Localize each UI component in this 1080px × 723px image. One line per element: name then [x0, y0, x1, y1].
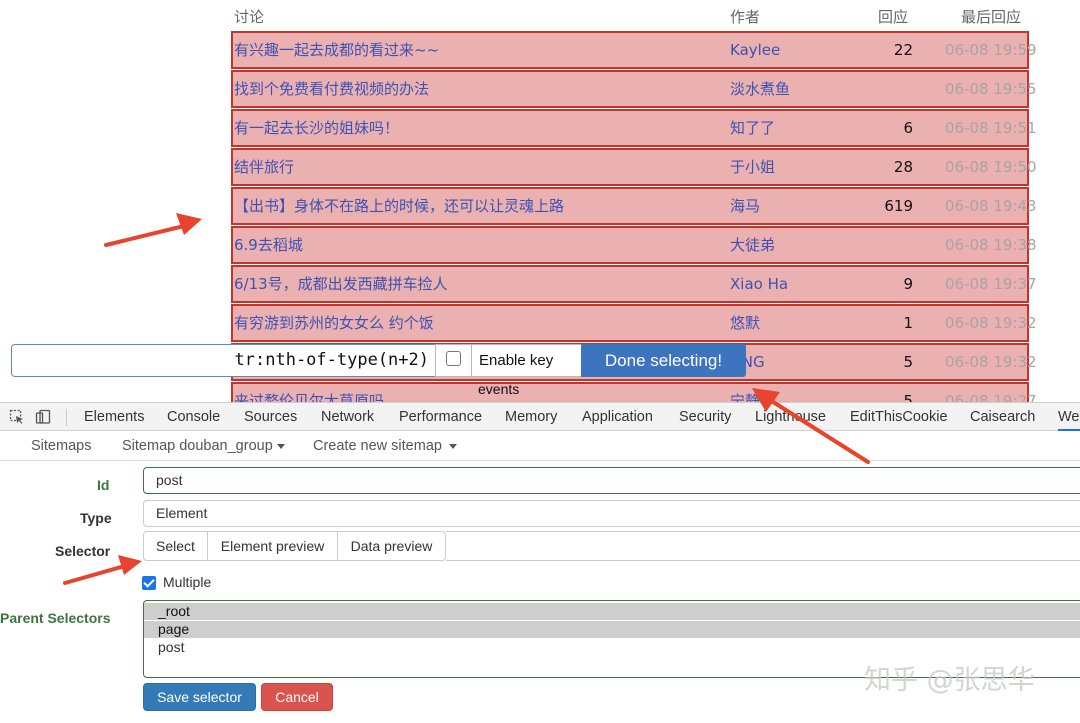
id-label: Id	[97, 477, 110, 493]
done-arrow-annotation	[752, 388, 870, 464]
table-row[interactable]: 有一起去长沙的姐妹吗！ 知了了 6 06-08 19:51	[231, 109, 1037, 147]
inspect-element-icon[interactable]	[9, 409, 25, 425]
devtools-tab-caisearch[interactable]: Caisearch	[970, 403, 1035, 431]
topic-link[interactable]: 有穷游到苏州的女女么 约个饭	[234, 306, 434, 340]
cancel-button[interactable]: Cancel	[261, 683, 333, 711]
table-row[interactable]: 有兴趣一起去成都的看过来~~ Kaylee 22 06-08 19:59	[231, 31, 1037, 69]
type-select[interactable]: Element	[143, 500, 1080, 527]
topic-link[interactable]: 有兴趣一起去成都的看过来~~	[234, 33, 439, 67]
author-link[interactable]: Xiao Ha	[730, 267, 788, 301]
topic-link[interactable]: 有一起去长沙的姐妹吗！	[234, 111, 399, 145]
devtools-tab-performance[interactable]: Performance	[399, 403, 482, 431]
table-row[interactable]: 结伴旅行 于小姐 28 06-08 19:50	[231, 148, 1037, 186]
devtools-tab-sources[interactable]: Sources	[244, 403, 297, 431]
author-link[interactable]: 大徒弟	[730, 228, 775, 262]
devtools-tab-web[interactable]: Web	[1058, 403, 1080, 431]
last-reply-time: 06-08 19:37	[945, 275, 1037, 293]
selector-bar: tr:nth-of-type(n+2) Enable key events Do…	[11, 344, 1080, 397]
header-replies: 回应	[878, 8, 909, 26]
header-author: 作者	[730, 8, 761, 26]
devtools-tab-console[interactable]: Console	[167, 403, 220, 431]
last-reply-time: 06-08 19:43	[945, 197, 1037, 215]
sitemaps-link[interactable]: Sitemaps	[31, 431, 91, 461]
sitemap-dropdown[interactable]: Sitemap douban_group	[122, 431, 285, 461]
multiple-label: Multiple	[163, 574, 212, 590]
select-button[interactable]: Select	[143, 531, 208, 561]
id-field[interactable]: post	[143, 467, 1080, 494]
element-preview-button[interactable]: Element preview	[207, 531, 338, 561]
topic-link[interactable]: 6.9去稻城	[234, 228, 303, 262]
tab-separator	[66, 409, 67, 426]
author-link[interactable]: 淡水煮鱼	[730, 72, 790, 106]
done-selecting-button[interactable]: Done selecting!	[581, 344, 746, 377]
table-row[interactable]: 找到个免费看付费视频的办法 淡水煮鱼 06-08 19:55	[231, 70, 1037, 108]
last-reply-time: 06-08 19:55	[945, 80, 1037, 98]
enable-key-checkbox-wrap[interactable]	[435, 344, 472, 377]
author-link[interactable]: Kaylee	[730, 33, 780, 67]
selector-input[interactable]: tr:nth-of-type(n+2)	[11, 344, 436, 377]
last-reply-time: 06-08 19:38	[945, 236, 1037, 254]
left-arrow-annotation	[104, 213, 202, 247]
reply-count: 28	[893, 158, 913, 176]
reply-count	[833, 228, 913, 262]
watermark: 知乎 @张思华	[864, 665, 1035, 696]
table-row[interactable]: 来过婺伦贝尔大草原吗 宁静 5 06-08 19:27	[231, 382, 1037, 404]
topic-link[interactable]: 来过婺伦贝尔大草原吗	[234, 384, 384, 404]
devtools-tab-application[interactable]: Application	[582, 403, 653, 431]
topic-link[interactable]: 6/13号，成都出发西藏拼车捡人	[234, 267, 448, 301]
chevron-down-icon	[448, 443, 457, 449]
parent-option-page[interactable]: page	[144, 621, 1080, 638]
header-last-reply: 最后回应	[961, 8, 1022, 26]
topic-link[interactable]: 结伴旅行	[234, 150, 294, 184]
web-scraper-nav: Sitemaps Sitemap douban_group Create new…	[0, 431, 1080, 461]
last-reply-time: 06-08 19:59	[945, 41, 1037, 59]
reply-count: 6	[903, 119, 913, 137]
devtools-tab-security[interactable]: Security	[679, 403, 731, 431]
last-reply-time: 06-08 19:27	[945, 392, 1037, 404]
reply-count: 9	[903, 275, 913, 293]
devtools-tab-network[interactable]: Network	[321, 403, 374, 431]
enable-key-label: Enable key	[471, 344, 582, 377]
author-link[interactable]: 知了了	[730, 111, 775, 145]
devtools-tab-bar: Elements Console Sources Network Performance…	[0, 402, 1080, 431]
selector-arrow-annotation	[63, 555, 142, 585]
events-label: events	[478, 381, 520, 397]
topic-link[interactable]: 【出书】身体不在路上的时候，还可以让灵魂上路	[234, 189, 564, 223]
selector-field-remainder[interactable]	[446, 531, 1080, 561]
author-link[interactable]: 海马	[730, 189, 760, 223]
table-row[interactable]: 6.9去稻城 大徒弟 06-08 19:38	[231, 226, 1037, 264]
chevron-down-icon	[276, 443, 285, 449]
douban-topic-table: 讨论 作者 回应 最后回应 有兴趣一起去成都的看过来~~ Kaylee 22 06-0…	[0, 0, 1080, 404]
create-sitemap-dropdown[interactable]: Create new sitemap	[313, 431, 457, 461]
table-row[interactable]: 6/13号，成都出发西藏拼车捡人 Xiao Ha 9 06-08 19:37	[231, 265, 1037, 303]
last-reply-time: 06-08 19:50	[945, 158, 1037, 176]
device-toolbar-icon[interactable]	[35, 409, 51, 425]
save-selector-button[interactable]: Save selector	[143, 683, 256, 711]
sitemap-dropdown-label: Sitemap douban_group	[122, 438, 273, 454]
data-preview-button[interactable]: Data preview	[337, 531, 446, 561]
last-reply-time: 06-08 19:32	[945, 314, 1037, 332]
reply-count	[833, 72, 913, 106]
table-row[interactable]: 【出书】身体不在路上的时候，还可以让灵魂上路 海马 619 06-08 19:43	[231, 187, 1037, 225]
enable-key-checkbox[interactable]	[446, 351, 461, 366]
devtools-tab-elements[interactable]: Elements	[84, 403, 144, 431]
topic-link[interactable]: 找到个免费看付费视频的办法	[234, 72, 429, 106]
type-label: Type	[80, 510, 112, 526]
parent-option-post[interactable]: post	[144, 639, 1080, 656]
create-sitemap-label: Create new sitemap	[313, 438, 442, 454]
author-link[interactable]: 于小姐	[730, 150, 775, 184]
header-topic: 讨论	[234, 8, 265, 26]
devtools-tab-memory[interactable]: Memory	[505, 403, 557, 431]
table-row[interactable]: 有穷游到苏州的女女么 约个饭 悠默 1 06-08 19:32	[231, 304, 1037, 342]
author-link[interactable]: 悠默	[730, 306, 760, 340]
last-reply-time: 06-08 19:51	[945, 119, 1037, 137]
parent-selectors-label: Parent Selectors	[0, 610, 111, 626]
reply-count: 22	[893, 41, 913, 59]
reply-count: 619	[884, 197, 913, 215]
reply-count: 1	[903, 314, 913, 332]
parent-option-root[interactable]: _root	[144, 603, 1080, 620]
